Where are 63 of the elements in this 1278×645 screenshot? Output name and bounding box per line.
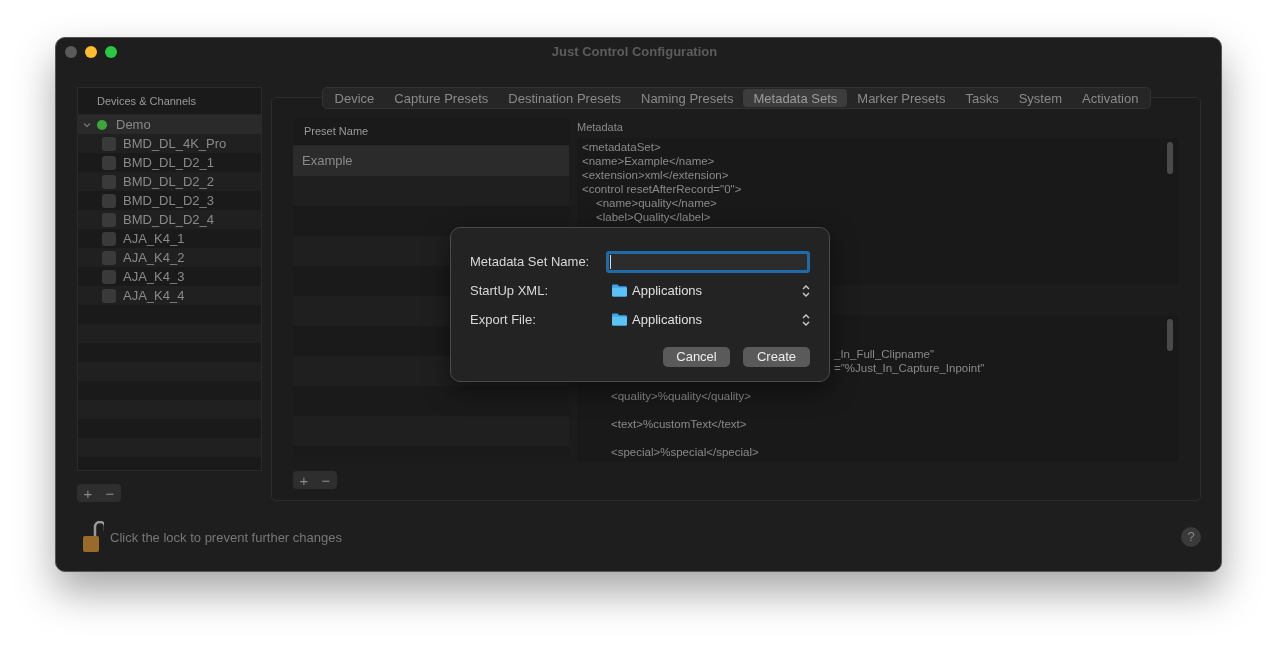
device-row[interactable]: Demo (78, 115, 261, 134)
preset-row[interactable]: Example (293, 146, 569, 176)
channel-row[interactable]: AJA_K4_4 (78, 286, 261, 305)
column-header: Preset Name (304, 124, 369, 140)
channel-row[interactable]: AJA_K4_2 (78, 248, 261, 267)
code-line: <label>Quality</label> (596, 210, 711, 224)
channel-row[interactable]: BMD_DL_D2_2 (78, 172, 261, 191)
code-line: <name>Example</name> (582, 154, 715, 168)
tab[interactable]: Metadata Sets (743, 89, 848, 107)
dialog-button[interactable]: Create (743, 347, 810, 367)
metadata-label: Metadata (577, 120, 624, 135)
remove-button[interactable]: − (99, 484, 121, 502)
tab[interactable]: Capture Presets (384, 89, 499, 107)
checkbox[interactable] (102, 231, 116, 246)
code-line: <control resetAfterRecord="0"> (582, 182, 742, 196)
checkbox[interactable] (102, 212, 116, 227)
code-line: ="%Just_In_Capture_Inpoint" (834, 361, 985, 375)
code-line: <metadataSet> (582, 140, 661, 154)
remove-button[interactable]: − (315, 471, 337, 489)
checkbox[interactable] (102, 269, 116, 284)
code-line: <text>%customText</text> (611, 417, 747, 431)
lock-hint: Click the lock to prevent further changes (110, 528, 342, 547)
checkbox[interactable] (102, 174, 116, 189)
column-header: Devices & Channels (97, 93, 197, 109)
dialog-button[interactable]: Cancel (663, 347, 730, 367)
close-window-icon[interactable] (65, 46, 77, 58)
lock-icon[interactable] (82, 520, 104, 553)
tab[interactable]: Naming Presets (631, 89, 744, 107)
checkbox[interactable] (102, 155, 116, 170)
field-label: StartUp XML: (470, 281, 550, 300)
checkbox[interactable] (102, 288, 116, 303)
add-button[interactable]: + (293, 471, 315, 489)
folder-icon (612, 313, 627, 326)
code-line: <quality>%quality</quality> (611, 389, 751, 403)
field-label: Export File: (470, 310, 537, 329)
scrollbar-thumb[interactable] (1167, 319, 1173, 351)
scrollbar-thumb[interactable] (1167, 142, 1173, 174)
checkbox[interactable] (102, 250, 116, 265)
up-down-chevron-icon (802, 284, 810, 297)
disclosure-chevron-icon[interactable] (83, 120, 91, 129)
tab[interactable]: Activation (1072, 89, 1149, 107)
add-button[interactable]: + (77, 484, 99, 502)
minimize-window-icon[interactable] (85, 46, 97, 58)
help-button[interactable]: ? (1181, 526, 1201, 547)
up-down-chevron-icon (802, 313, 810, 326)
tab[interactable]: Destination Presets (498, 89, 631, 107)
tab[interactable]: Device (324, 89, 385, 107)
channel-row[interactable]: BMD_DL_4K_Pro (78, 134, 261, 153)
code-line: <extension>xml</extension> (582, 168, 729, 182)
window-title: Just Control Configuration (551, 43, 718, 62)
checkbox[interactable] (102, 193, 116, 208)
name-input-field[interactable] (606, 250, 810, 273)
tab[interactable]: System (1008, 89, 1073, 107)
code-line: <name>quality</name> (596, 196, 717, 210)
channel-row[interactable]: BMD_DL_D2_4 (78, 210, 261, 229)
device-name: Demo (115, 115, 151, 134)
checkbox[interactable] (102, 136, 116, 151)
code-line: _In_Full_Clipname" (834, 347, 934, 361)
code-line: <special>%special</special> (611, 445, 759, 459)
folder-icon (612, 284, 627, 297)
tab[interactable]: Tasks (955, 89, 1009, 107)
tab[interactable]: Marker Presets (847, 89, 956, 107)
zoom-window-icon[interactable] (105, 46, 117, 58)
